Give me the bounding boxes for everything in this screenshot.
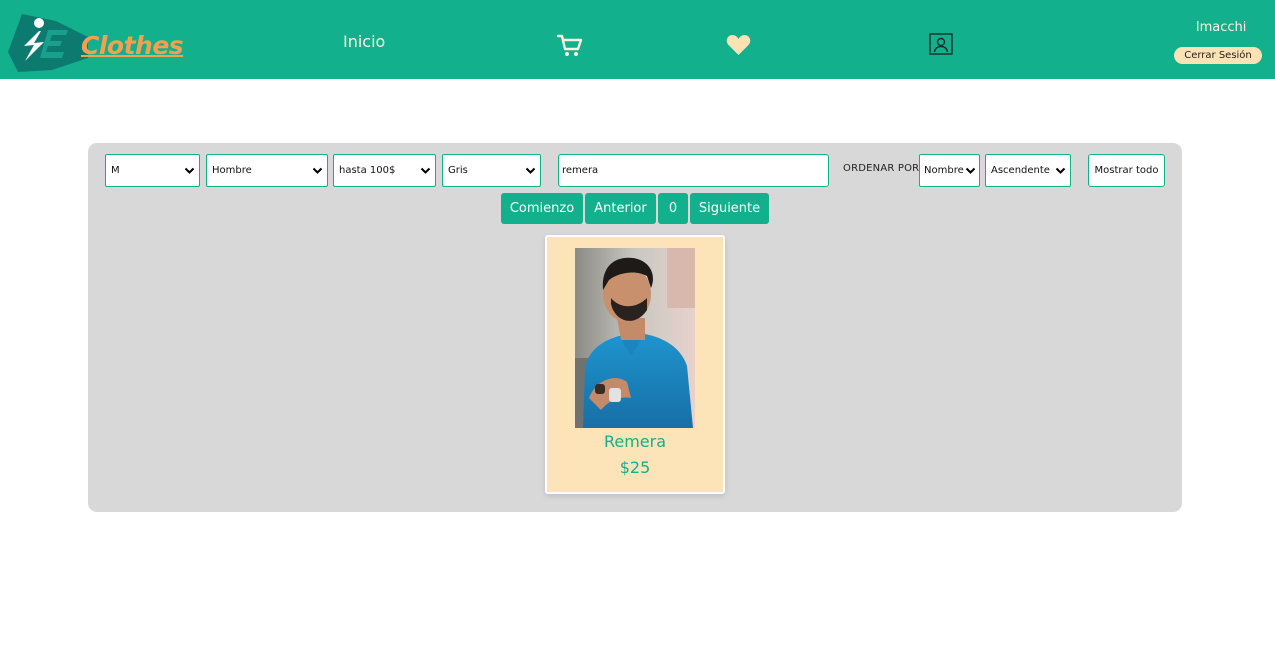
prev-page-button[interactable]: Anterior <box>585 193 656 224</box>
order-direction-value: Ascendente <box>991 165 1050 176</box>
show-all-button[interactable]: Mostrar todo <box>1088 154 1165 187</box>
chevron-down-icon <box>1055 167 1066 174</box>
order-field-value: Nombre <box>924 165 964 176</box>
page-number: 0 <box>658 193 688 224</box>
next-page-button[interactable]: Siguiente <box>690 193 769 224</box>
chevron-down-icon <box>312 167 323 174</box>
color-select[interactable]: Gris <box>442 154 541 187</box>
price-select[interactable]: hasta 100$ <box>333 154 436 187</box>
color-select-value: Gris <box>448 165 468 176</box>
search-input[interactable]: remera <box>558 154 829 187</box>
chevron-down-icon <box>525 167 536 174</box>
gender-select-value: Hombre <box>212 165 252 176</box>
price-select-value: hasta 100$ <box>339 165 396 176</box>
product-image <box>575 248 695 428</box>
navbar: Clothes Inicio lmacchi Cerrar Sesión <box>0 0 1275 79</box>
heart-icon[interactable] <box>726 33 751 56</box>
gender-select[interactable]: Hombre <box>206 154 328 187</box>
order-by-label: ORDENAR POR <box>843 163 920 174</box>
logout-button[interactable]: Cerrar Sesión <box>1174 47 1262 64</box>
size-select-value: M <box>111 165 120 176</box>
profile-icon[interactable] <box>929 33 953 55</box>
cart-icon[interactable] <box>556 33 583 58</box>
catalog-panel: M Hombre hasta 100$ Gris remera ORDENAR … <box>88 143 1182 512</box>
product-card[interactable]: Remera $25 <box>545 235 725 494</box>
product-price: $25 <box>619 458 651 477</box>
nav-home-link[interactable]: Inicio <box>343 32 385 51</box>
product-name: Remera <box>603 432 667 451</box>
first-page-button[interactable]: Comienzo <box>501 193 583 224</box>
size-select[interactable]: M <box>105 154 200 187</box>
chevron-down-icon <box>420 167 431 174</box>
search-input-value: remera <box>562 165 599 176</box>
chevron-down-icon <box>965 167 976 174</box>
chevron-down-icon <box>184 167 195 174</box>
order-field-select[interactable]: Nombre <box>919 154 980 187</box>
brand-name: Clothes <box>81 31 184 60</box>
username: lmacchi <box>1196 20 1247 35</box>
order-direction-select[interactable]: Ascendente <box>985 154 1071 187</box>
